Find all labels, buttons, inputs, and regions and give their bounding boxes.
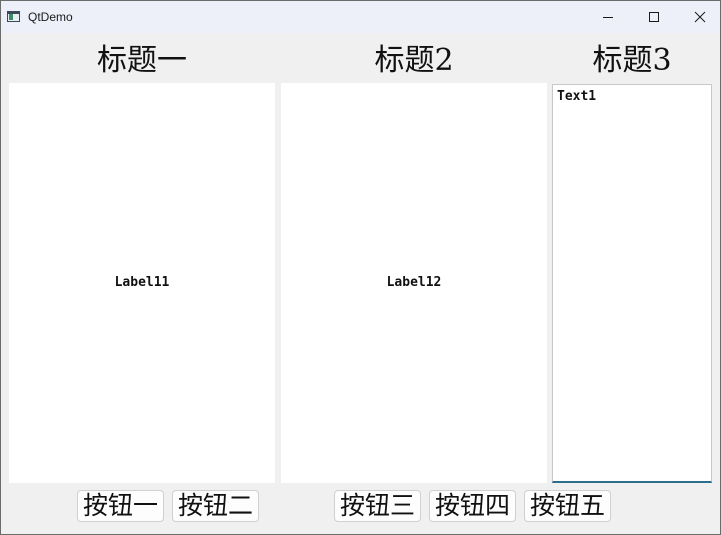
maximize-icon (649, 12, 659, 22)
heading-3: 标题3 (592, 43, 672, 78)
button-1[interactable]: 按钮一 (77, 490, 164, 522)
button-4[interactable]: 按钮四 (429, 490, 516, 522)
app-window: QtDemo 标题一 标题2 标题3 Label11 Label12 Text1… (0, 0, 721, 535)
app-icon (7, 11, 20, 22)
text-edit-content[interactable]: Text1 (557, 89, 596, 104)
label-11: Label11 (114, 275, 170, 290)
close-icon (694, 11, 706, 23)
label-panel-1: Label11 (9, 83, 275, 483)
text-edit[interactable]: Text1 (552, 84, 712, 483)
button-2[interactable]: 按钮二 (172, 490, 259, 522)
label-panel-2: Label12 (281, 83, 547, 483)
maximize-button[interactable] (631, 1, 677, 33)
minimize-icon (603, 17, 613, 18)
close-button[interactable] (677, 1, 721, 33)
heading-2: 标题2 (374, 43, 454, 78)
heading-1: 标题一 (97, 43, 187, 78)
button-3[interactable]: 按钮三 (334, 490, 421, 522)
title-bar[interactable]: QtDemo (1, 1, 720, 33)
minimize-button[interactable] (585, 1, 631, 33)
label-12: Label12 (386, 275, 442, 290)
window-title: QtDemo (28, 10, 73, 24)
button-5[interactable]: 按钮五 (524, 490, 611, 522)
